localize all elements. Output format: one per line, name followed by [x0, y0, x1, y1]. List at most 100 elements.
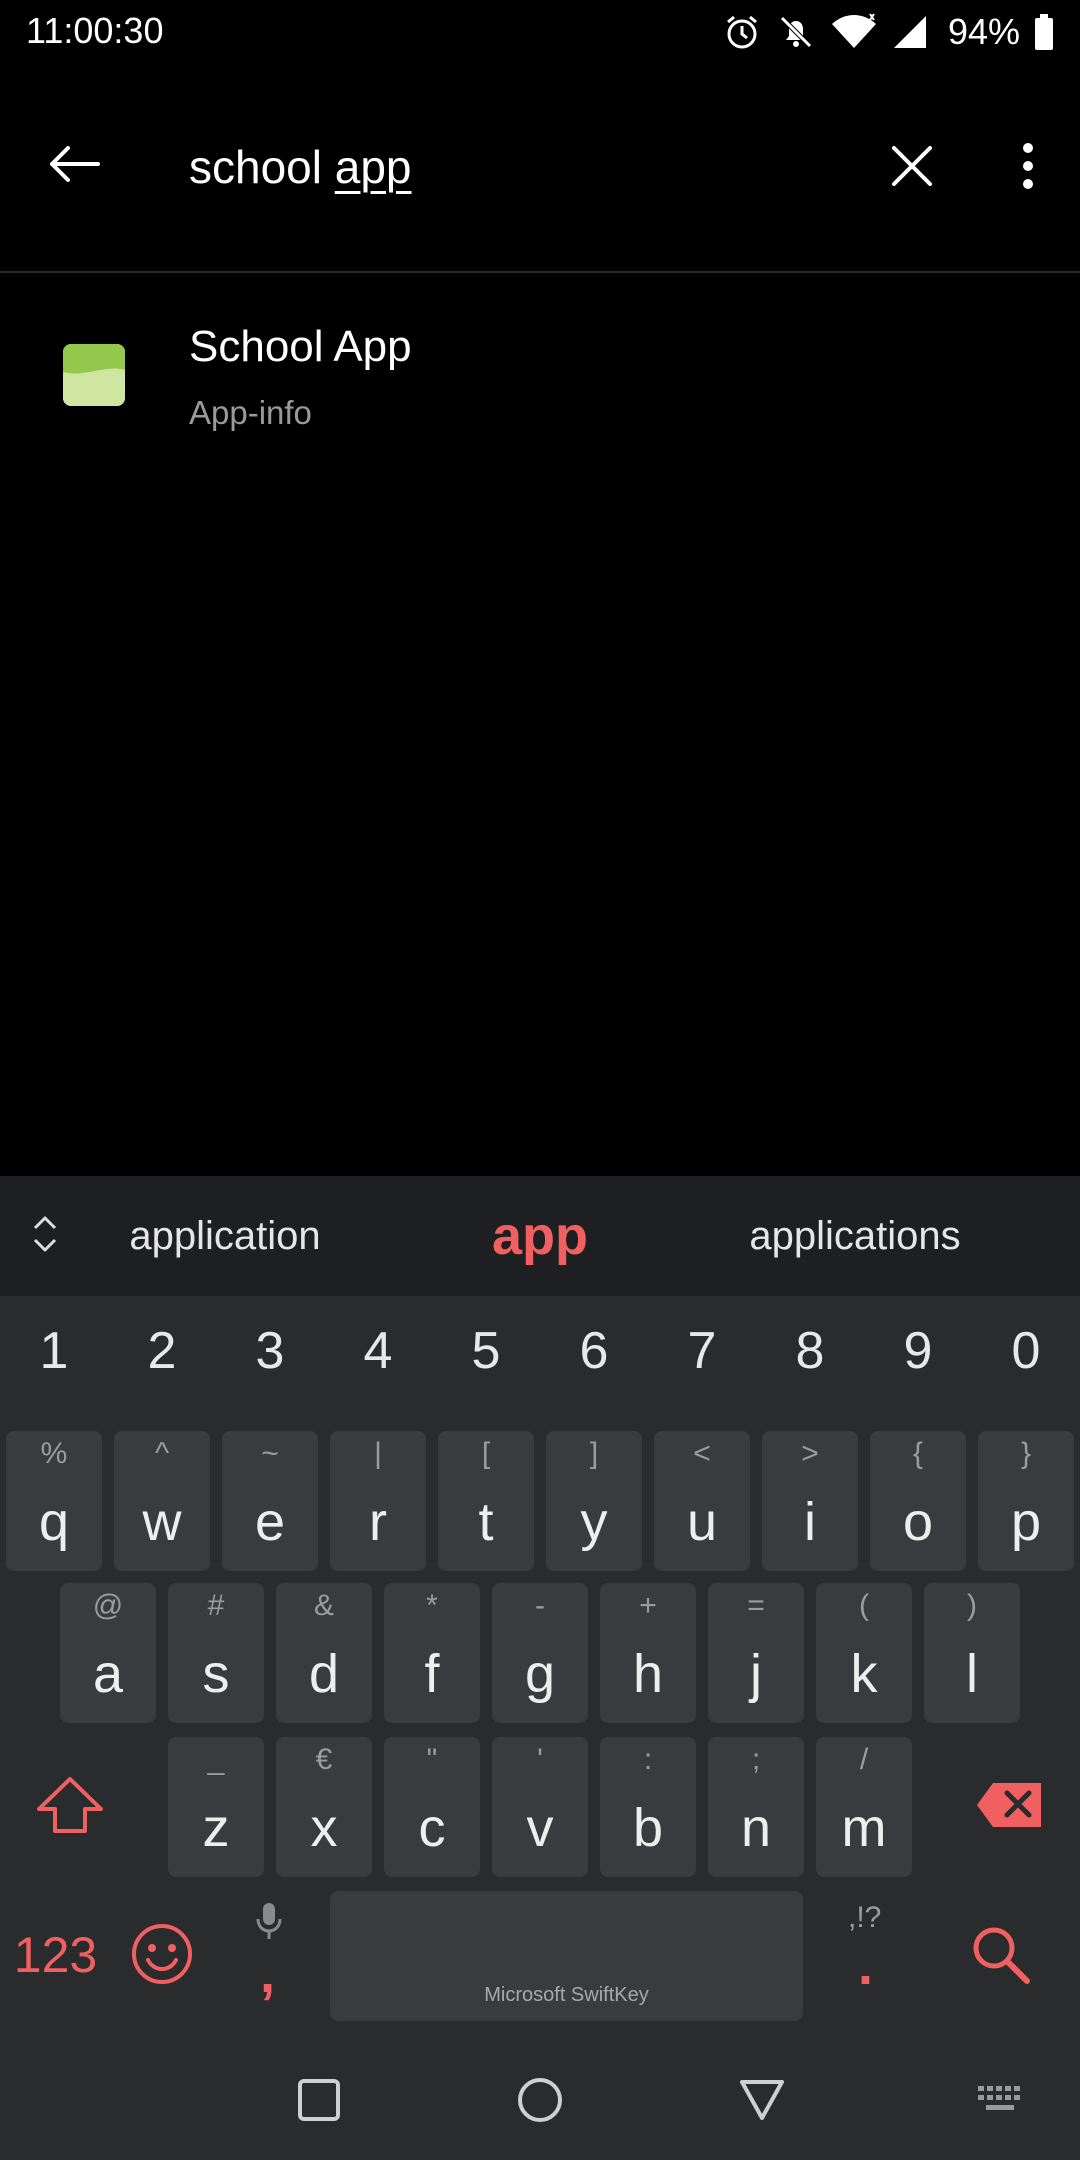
key-y[interactable]: ] y [546, 1431, 642, 1571]
backspace-icon [975, 1781, 1045, 1834]
key-e[interactable]: ~ e [222, 1431, 318, 1571]
key-4[interactable]: 4 [324, 1296, 432, 1406]
key-h-label: h [632, 1644, 664, 1704]
key-z-secondary: _ [207, 1743, 225, 1776]
period-key[interactable]: ,!? . [830, 1891, 900, 2021]
key-x[interactable]: € x [276, 1737, 372, 1877]
key-5[interactable]: 5 [432, 1296, 540, 1406]
key-8[interactable]: 8 [756, 1296, 864, 1406]
result-item[interactable]: School App App-info [0, 300, 1080, 460]
symbols-mode-key[interactable]: 123 [8, 1905, 103, 2005]
key-o-secondary: { [912, 1437, 924, 1470]
navigation-bar [0, 2040, 1080, 2160]
key-b[interactable]: :b [600, 1737, 696, 1877]
key-i-label: i [804, 1492, 816, 1552]
battery-icon [1034, 12, 1054, 52]
key-d-label: d [308, 1644, 340, 1704]
key-q[interactable]: % q [6, 1431, 102, 1571]
key-x-label: x [310, 1798, 338, 1858]
back-triangle-icon [738, 2078, 786, 2127]
key-6[interactable]: 6 [540, 1296, 648, 1406]
key-m-label: m [841, 1798, 887, 1858]
keyboard-icon [976, 2084, 1024, 2121]
divider [0, 271, 1080, 273]
key-l-secondary: ) [967, 1589, 977, 1622]
key-f[interactable]: * f [384, 1583, 480, 1723]
key-3[interactable]: 3 [216, 1296, 324, 1406]
shift-arrow-icon [35, 1775, 105, 1840]
key-2[interactable]: 2 [108, 1296, 216, 1406]
key-r[interactable]: | r [330, 1431, 426, 1571]
search-query-text: school [189, 141, 335, 193]
key-c-secondary: " [426, 1743, 438, 1776]
key-m[interactable]: / m [816, 1737, 912, 1877]
suggestion-left[interactable]: application [90, 1176, 360, 1296]
suggestion-center[interactable]: app [400, 1176, 680, 1296]
back-button[interactable] [34, 136, 114, 196]
key-n[interactable]: ; n [708, 1737, 804, 1877]
key-u-secondary: < [693, 1437, 711, 1470]
number-row: 1 2 3 4 5 6 7 8 9 0 [0, 1296, 1080, 1406]
backspace-key[interactable] [960, 1737, 1060, 1877]
key-7[interactable]: 7 [648, 1296, 756, 1406]
key-n-secondary: ; [751, 1743, 761, 1776]
cell-signal-icon [892, 12, 928, 52]
toolbar-toggle-button[interactable] [20, 1210, 70, 1262]
key-c[interactable]: " c [384, 1737, 480, 1877]
key-a[interactable]: @ a [60, 1583, 156, 1723]
more-options-button[interactable] [1000, 136, 1056, 200]
key-u[interactable]: < u [654, 1431, 750, 1571]
key-v-label: v [526, 1798, 554, 1858]
shift-key[interactable] [20, 1737, 120, 1877]
status-bar: 11:00:30 94% [0, 0, 1080, 64]
key-z[interactable]: _ z [168, 1737, 264, 1877]
clear-search-button[interactable] [880, 136, 944, 200]
space-key[interactable]: Microsoft SwiftKey [330, 1891, 803, 2021]
key-p-secondary: } [1020, 1437, 1032, 1470]
key-i[interactable]: > i [762, 1431, 858, 1571]
home-button[interactable] [500, 2070, 580, 2134]
nav-back-button[interactable] [722, 2070, 802, 2134]
key-q-label: q [38, 1492, 70, 1552]
key-y-label: y [580, 1492, 608, 1552]
microphone-icon [254, 1901, 284, 1946]
key-a-label: a [92, 1644, 124, 1704]
key-w-secondary: ^ [154, 1437, 170, 1470]
search-enter-key[interactable] [950, 1898, 1050, 2014]
key-y-secondary: ] [589, 1437, 599, 1470]
key-r-secondary: | [374, 1437, 382, 1470]
key-o[interactable]: {o [870, 1431, 966, 1571]
key-o-label: o [902, 1492, 934, 1552]
recents-button[interactable] [279, 2070, 359, 2134]
key-h-secondary: + [639, 1589, 657, 1622]
key-d-secondary: & [313, 1589, 334, 1622]
key-t[interactable]: [t [438, 1431, 534, 1571]
key-h[interactable]: + h [600, 1583, 696, 1723]
keyboard-switch-button[interactable] [960, 2070, 1040, 2134]
key-l[interactable]: ) l [924, 1583, 1020, 1723]
key-9[interactable]: 9 [864, 1296, 972, 1406]
key-k[interactable]: (k [816, 1583, 912, 1723]
key-p[interactable]: } p [978, 1431, 1074, 1571]
emoji-key[interactable] [120, 1898, 204, 2014]
search-icon [969, 1923, 1031, 1990]
key-0[interactable]: 0 [972, 1296, 1080, 1406]
status-time: 11:00:30 [26, 10, 164, 51]
key-g[interactable]: -g [492, 1583, 588, 1723]
key-v-secondary: ' [537, 1743, 543, 1776]
key-j-secondary: = [747, 1589, 765, 1622]
suggestion-right[interactable]: applications [720, 1176, 990, 1296]
key-1[interactable]: 1 [0, 1296, 108, 1406]
key-v[interactable]: ' v [492, 1737, 588, 1877]
key-s[interactable]: # s [168, 1583, 264, 1723]
key-d[interactable]: & d [276, 1583, 372, 1723]
key-w[interactable]: ^ w [114, 1431, 210, 1571]
search-input[interactable]: school app [189, 140, 412, 194]
arrow-left-icon [46, 144, 102, 189]
key-j[interactable]: = j [708, 1583, 804, 1723]
search-bar: school app [0, 100, 1080, 272]
comma-key[interactable]: , [240, 1891, 300, 2021]
key-t-label: t [478, 1492, 494, 1552]
key-k-secondary: ( [859, 1589, 869, 1622]
notifications-off-icon [776, 12, 816, 52]
